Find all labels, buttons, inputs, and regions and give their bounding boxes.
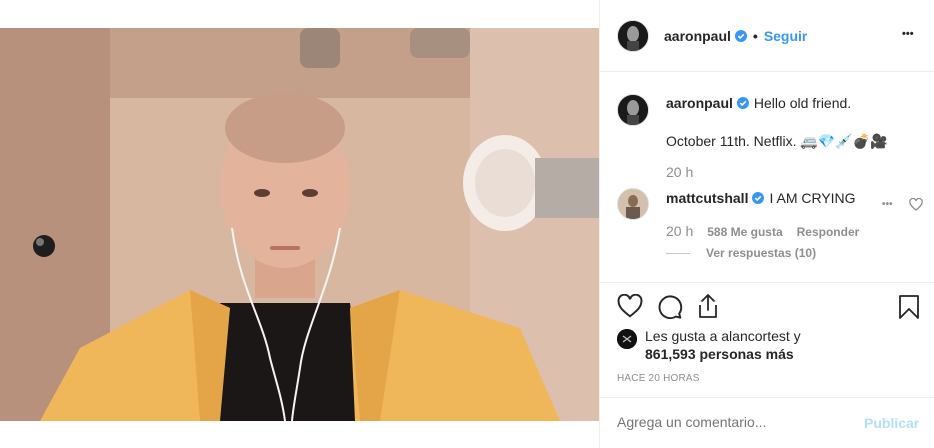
author-username[interactable]: aaronpaul	[664, 28, 731, 44]
share-icon[interactable]	[697, 293, 719, 319]
likes-line2[interactable]: 861,593 personas más	[645, 346, 794, 362]
verified-badge-icon	[734, 30, 747, 42]
caption-text-line2: October 11th. Netflix. 🚐💎💉💣🎥	[666, 133, 888, 149]
comment-time[interactable]: 20 h	[666, 223, 693, 239]
post-sidebar: aaronpaul • Seguir ••• aaronpaul Hello o…	[599, 0, 934, 448]
view-replies-line	[666, 252, 690, 254]
post-media[interactable]	[0, 0, 599, 448]
header-separator: •	[752, 28, 758, 44]
like-heart-icon[interactable]	[617, 294, 643, 318]
post-timestamp[interactable]: HACE 20 HORAS	[617, 373, 700, 384]
add-comment-input[interactable]	[617, 410, 847, 434]
comment-avatar[interactable]	[617, 188, 649, 220]
comment-reply-button[interactable]: Responder	[797, 225, 860, 239]
follow-button[interactable]: Seguir	[764, 28, 808, 44]
comment-likes-count[interactable]: 588 Me gusta	[707, 225, 782, 239]
caption-time[interactable]: 20 h	[666, 164, 693, 180]
caption-text-line1: Hello old friend.	[753, 95, 852, 111]
comment-bubble-icon[interactable]	[657, 294, 683, 320]
likes-line1[interactable]: Les gusta a alancortest y	[645, 328, 801, 344]
options-more-icon[interactable]: •••	[902, 28, 914, 40]
add-comment-divider	[600, 397, 934, 398]
caption-avatar[interactable]	[617, 94, 649, 126]
actions-divider	[600, 282, 934, 283]
post-header: aaronpaul • Seguir •••	[600, 0, 934, 72]
view-replies-button[interactable]: Ver respuestas (10)	[706, 246, 816, 260]
comment-options-icon[interactable]: •••	[882, 199, 893, 210]
publish-button[interactable]: Publicar	[864, 415, 919, 431]
comment-like-heart-icon[interactable]	[909, 198, 923, 211]
author-avatar[interactable]	[617, 20, 649, 52]
post-photo[interactable]	[0, 28, 599, 421]
verified-badge-icon	[736, 97, 749, 109]
comment-text: I AM CRYING	[769, 190, 856, 206]
comment-username[interactable]: mattcutshall	[666, 190, 748, 206]
save-bookmark-icon[interactable]	[898, 294, 920, 320]
liker-avatar[interactable]	[617, 329, 637, 349]
verified-badge-icon	[752, 192, 765, 204]
photo-illustration	[0, 28, 599, 421]
caption-username[interactable]: aaronpaul	[666, 95, 733, 111]
